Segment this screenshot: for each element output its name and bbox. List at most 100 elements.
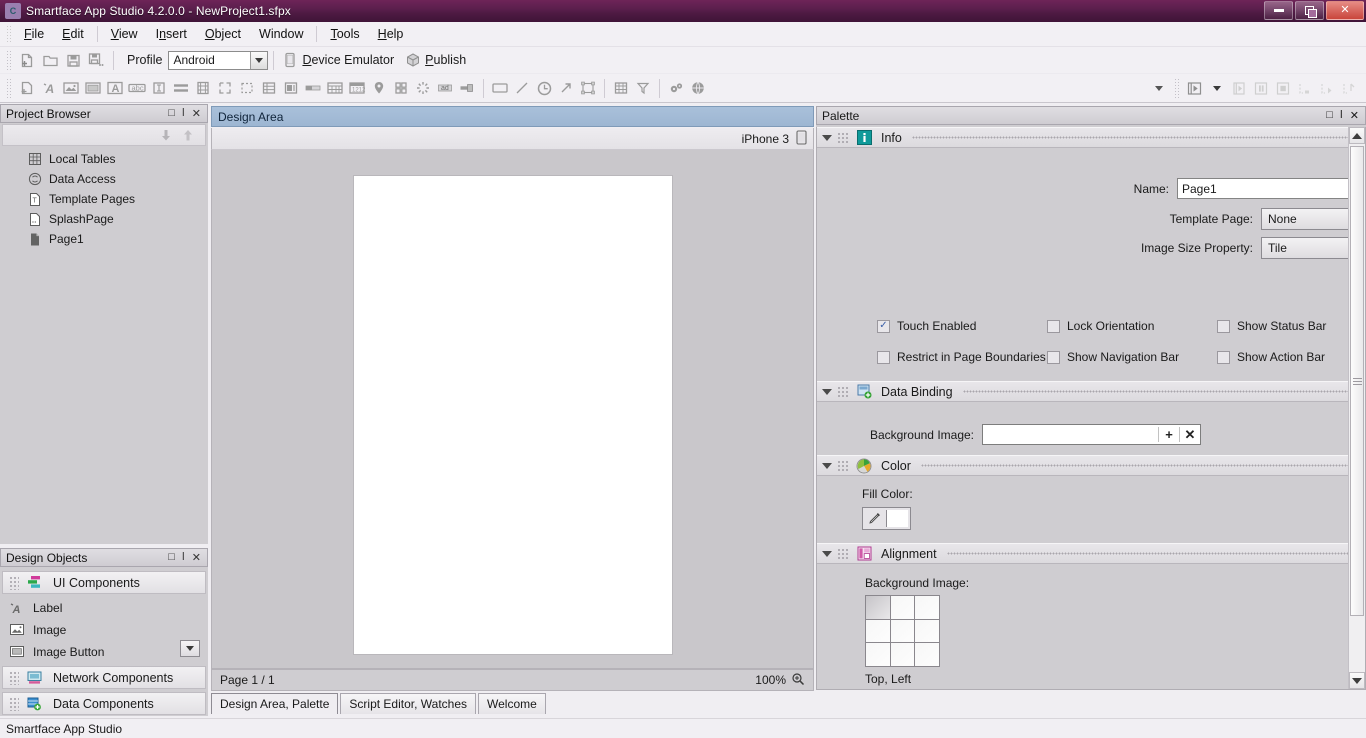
drag-handle-dots[interactable] xyxy=(837,547,848,560)
menu-edit[interactable]: Edit xyxy=(53,24,93,44)
image-icon[interactable] xyxy=(60,77,82,100)
project-browser-float-icon[interactable]: □ xyxy=(168,107,175,120)
palette-close-icon[interactable]: ✕ xyxy=(1350,109,1359,122)
checkbox-box[interactable] xyxy=(1217,350,1230,364)
text-box-icon[interactable]: abc xyxy=(126,77,148,100)
align-cell-middle-center[interactable] xyxy=(890,619,915,643)
menu-help[interactable]: Help xyxy=(369,24,413,44)
container-icon[interactable] xyxy=(214,77,236,100)
collapse-triangle-icon[interactable] xyxy=(817,462,837,469)
design-objects-float-icon[interactable]: □ xyxy=(168,551,175,564)
phone-icon[interactable] xyxy=(796,129,807,148)
slider-icon[interactable] xyxy=(170,77,192,100)
checkbox-box[interactable] xyxy=(877,350,890,364)
progress-bar-icon[interactable] xyxy=(302,77,324,100)
chevron-down-icon[interactable] xyxy=(180,640,200,657)
step-over-icon[interactable] xyxy=(1294,77,1316,100)
tree-item-template-pages[interactable]: T Template Pages xyxy=(0,189,208,209)
scroll-up-button[interactable] xyxy=(1349,127,1365,144)
fill-color-swatch[interactable] xyxy=(885,510,908,527)
rectangle-icon[interactable] xyxy=(489,77,511,100)
phone-icon[interactable] xyxy=(279,49,301,71)
project-browser-pin-icon[interactable]: ǀ xyxy=(182,107,185,120)
menu-view[interactable]: View xyxy=(102,24,147,44)
checkbox-show-action-bar[interactable]: Show Action Bar xyxy=(1217,350,1325,364)
grid-icon[interactable] xyxy=(324,77,346,100)
arrow-icon[interactable] xyxy=(555,77,577,100)
map-pin-icon[interactable] xyxy=(368,77,390,100)
ad-banner-icon[interactable]: ad xyxy=(434,77,456,100)
profile-select[interactable]: Android xyxy=(168,50,269,70)
tab-design-area-palette[interactable]: Design Area, Palette xyxy=(211,693,339,714)
stop-icon[interactable] xyxy=(1272,77,1294,100)
run-icon[interactable] xyxy=(1184,77,1206,100)
line-icon[interactable] xyxy=(511,77,533,100)
new-project-icon[interactable] xyxy=(16,49,38,71)
date-picker-icon[interactable]: 1212 xyxy=(346,77,368,100)
drag-handle-dots[interactable] xyxy=(837,131,848,144)
tree-item-page1[interactable]: Page1 xyxy=(0,229,208,249)
toolbar-overflow-icon[interactable] xyxy=(1148,77,1170,100)
activity-indicator-icon[interactable] xyxy=(412,77,434,100)
selection-icon[interactable] xyxy=(577,77,599,100)
table-icon[interactable] xyxy=(610,77,632,100)
profile-chevron-down-icon[interactable] xyxy=(250,51,268,69)
fill-color-control[interactable] xyxy=(862,507,911,530)
close-button[interactable]: ✕ xyxy=(1326,1,1364,20)
step-into-icon[interactable] xyxy=(1228,77,1250,100)
align-cell-middle-left[interactable] xyxy=(866,619,890,643)
section-header-data-binding[interactable]: Data Binding xyxy=(817,381,1365,402)
align-cell-bottom-left[interactable] xyxy=(866,643,890,666)
align-cell-middle-right[interactable] xyxy=(915,619,939,643)
checkbox-touch-enabled[interactable]: Touch Enabled xyxy=(877,319,976,333)
publish-box-icon[interactable] xyxy=(402,49,424,71)
eyedropper-icon[interactable] xyxy=(863,508,886,529)
align-box-icon[interactable] xyxy=(280,77,302,100)
drag-handle-dots[interactable] xyxy=(837,385,848,398)
menu-tools[interactable]: Tools xyxy=(321,24,368,44)
palette-pin-icon[interactable]: ǀ xyxy=(1340,109,1343,122)
step-out-icon[interactable] xyxy=(1316,77,1338,100)
device-emulator-button[interactable]: Device Emulator xyxy=(302,53,394,67)
drag-handle-dots[interactable] xyxy=(9,575,19,590)
tab-welcome[interactable]: Welcome xyxy=(478,693,546,714)
save-icon[interactable] xyxy=(62,49,84,71)
alignment-grid[interactable] xyxy=(865,595,940,667)
clock-icon[interactable] xyxy=(533,77,555,100)
add-page-icon[interactable] xyxy=(16,77,38,100)
checkbox-show-navigation-bar[interactable]: Show Navigation Bar xyxy=(1047,350,1179,364)
label-icon[interactable]: A xyxy=(38,77,60,100)
list-view-icon[interactable] xyxy=(258,77,280,100)
page-preview[interactable] xyxy=(352,175,673,655)
name-input[interactable]: Page1 xyxy=(1177,178,1365,199)
align-cell-top-left[interactable] xyxy=(866,596,890,619)
settings-gears-icon[interactable] xyxy=(665,77,687,100)
publish-button[interactable]: Publish xyxy=(425,53,466,67)
tree-item-splashpage[interactable]: SplashPage xyxy=(0,209,208,229)
background-image-input-group[interactable]: + ✕ xyxy=(982,424,1201,445)
checkbox-show-status-bar[interactable]: Show Status Bar xyxy=(1217,319,1326,333)
step-return-icon[interactable] xyxy=(1338,77,1360,100)
checkbox-restrict-in-page-boundaries[interactable]: Restrict in Page Boundaries xyxy=(877,350,1046,364)
text-area-icon[interactable] xyxy=(148,77,170,100)
design-object-image-button[interactable]: Image Button xyxy=(0,640,208,663)
menu-insert[interactable]: Insert xyxy=(147,24,196,44)
tree-item-local-tables[interactable]: Local Tables xyxy=(0,149,208,169)
drag-handle-dots[interactable] xyxy=(9,670,19,685)
arrow-up-icon[interactable] xyxy=(177,124,199,147)
add-binding-button[interactable]: + xyxy=(1159,427,1179,442)
design-objects-group-data-components[interactable]: Data Components xyxy=(2,692,206,715)
arrow-down-icon[interactable] xyxy=(155,124,177,147)
drag-handle-dots[interactable] xyxy=(9,696,19,711)
align-cell-top-center[interactable] xyxy=(890,596,915,619)
dashed-box-icon[interactable] xyxy=(236,77,258,100)
drag-handle-dots[interactable] xyxy=(837,459,848,472)
tab-script-editor-watches[interactable]: Script Editor, Watches xyxy=(340,693,477,714)
design-objects-close-icon[interactable]: ✕ xyxy=(192,551,201,564)
design-objects-group-ui-components[interactable]: UI Components xyxy=(2,571,206,594)
section-header-info[interactable]: Info xyxy=(817,127,1365,148)
palette-float-icon[interactable]: □ xyxy=(1326,109,1333,122)
collapse-triangle-icon[interactable] xyxy=(817,388,837,395)
menu-file[interactable]: FFileile xyxy=(15,24,53,44)
palette-scrollbar[interactable] xyxy=(1348,127,1365,689)
